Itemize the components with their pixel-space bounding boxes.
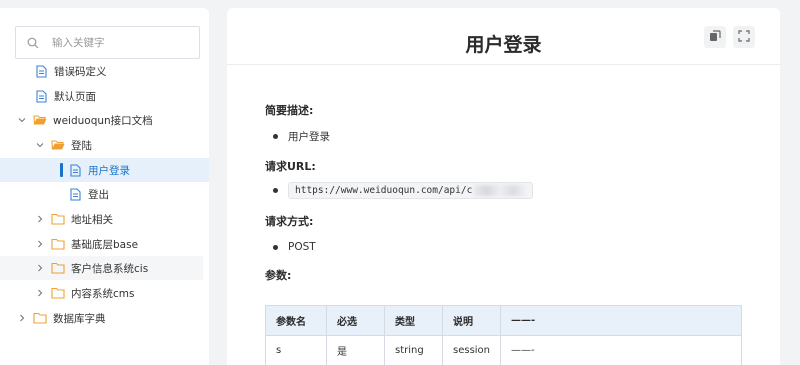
method-label: 请求方式: <box>265 215 314 228</box>
folder-icon <box>33 311 47 325</box>
tree-item-label: 默认页面 <box>54 90 96 103</box>
chevron-right-icon[interactable] <box>35 214 45 224</box>
table-row: s 是 string session ——- <box>265 335 742 365</box>
brief-label: 简要描述: <box>265 104 314 117</box>
fullscreen-button[interactable] <box>733 26 755 48</box>
bullet-dot <box>273 244 278 250</box>
table-cell: session <box>441 335 502 365</box>
brief-item: 用户登录 <box>273 129 330 144</box>
document-icon <box>68 187 82 201</box>
table-header: 说明 <box>441 305 502 336</box>
table-header: 参数名 <box>265 305 327 336</box>
chevron-right-icon[interactable] <box>17 313 27 323</box>
tree-folder-db-dictionary[interactable]: 数据库字典 <box>0 306 209 330</box>
folder-icon <box>51 237 65 251</box>
copy-button[interactable] <box>704 26 726 48</box>
bullet-dot <box>273 134 278 139</box>
chevron-right-icon[interactable] <box>35 239 45 249</box>
tree-item-label: 登出 <box>88 188 109 201</box>
search-box[interactable] <box>15 26 200 59</box>
params-table: 参数名 必选 类型 说明 ——- s 是 string session ——- <box>265 305 742 365</box>
table-cell: 是 <box>326 335 385 365</box>
folder-icon <box>51 261 65 275</box>
table-header: ——- <box>500 305 742 336</box>
url-label: 请求URL: <box>265 160 316 173</box>
method-value: POST <box>288 241 316 253</box>
tree-folder-address[interactable]: 地址相关 <box>0 207 209 231</box>
tree-item-label: 客户信息系统cis <box>71 262 149 275</box>
method-item: POST <box>273 241 316 253</box>
active-indicator <box>60 163 63 177</box>
table-header: 类型 <box>384 305 443 336</box>
document-icon <box>68 163 82 177</box>
search-input[interactable] <box>52 36 192 49</box>
tree-item-logout[interactable]: 登出 <box>0 182 209 206</box>
table-cell: s <box>265 335 327 365</box>
tree-item-error-codes[interactable]: 错误码定义 <box>0 59 209 83</box>
tree-item-label: 基础底层base <box>71 238 139 251</box>
redacted-blur <box>474 185 527 196</box>
bullet-dot <box>273 188 278 193</box>
sidebar: 错误码定义 默认页面 weiduoqun接口文档 登陆 <box>0 8 209 365</box>
table-cell: ——- <box>500 335 742 365</box>
url-code: https://www.weiduoqun.com/api/c <box>288 182 534 199</box>
chevron-right-icon[interactable] <box>35 288 45 298</box>
copy-icon <box>709 29 721 45</box>
tree-item-label: 错误码定义 <box>54 65 107 78</box>
brief-value: 用户登录 <box>288 131 330 143</box>
tree-item-label: 用户登录 <box>88 164 130 177</box>
tree-item-label: 内容系统cms <box>71 287 135 300</box>
document-panel: 用户登录 简要描述: 用户登录 请求URL: https://www.weidu… <box>227 8 780 365</box>
tree-folder-cis[interactable]: 客户信息系统cis <box>0 256 203 280</box>
table-cell: string <box>384 335 443 365</box>
table-header-row: 参数名 必选 类型 说明 ——- <box>265 305 742 336</box>
document-icon <box>34 64 48 78</box>
page-title: 用户登录 <box>465 34 542 56</box>
tree-item-user-login[interactable]: 用户登录 <box>0 158 209 182</box>
tree-folder-weiduoqun-api[interactable]: weiduoqun接口文档 <box>0 108 209 132</box>
chevron-down-icon[interactable] <box>17 115 27 125</box>
tree-item-label: 数据库字典 <box>53 312 106 325</box>
tree-folder-base[interactable]: 基础底层base <box>0 232 209 256</box>
folder-icon <box>51 212 65 226</box>
document-icon <box>34 89 48 103</box>
tree-item-default-page[interactable]: 默认页面 <box>0 84 209 108</box>
chevron-right-icon[interactable] <box>35 263 45 273</box>
tree-item-label: 登陆 <box>71 139 92 152</box>
folder-open-icon <box>51 138 65 152</box>
tree-folder-cms[interactable]: 内容系统cms <box>0 281 209 305</box>
tree-item-label: weiduoqun接口文档 <box>53 114 153 127</box>
tree-item-label: 地址相关 <box>71 213 113 226</box>
tree-folder-login[interactable]: 登陆 <box>0 133 209 157</box>
search-icon <box>26 36 40 50</box>
chevron-down-icon[interactable] <box>35 140 45 150</box>
fullscreen-icon <box>738 29 750 45</box>
url-value: https://www.weiduoqun.com/api/c <box>295 185 473 196</box>
folder-open-icon <box>33 113 47 127</box>
url-item: https://www.weiduoqun.com/api/c <box>273 182 534 199</box>
folder-icon <box>51 286 65 300</box>
table-header: 必选 <box>326 305 385 336</box>
params-label: 参数: <box>265 269 292 282</box>
title-divider <box>227 64 780 65</box>
